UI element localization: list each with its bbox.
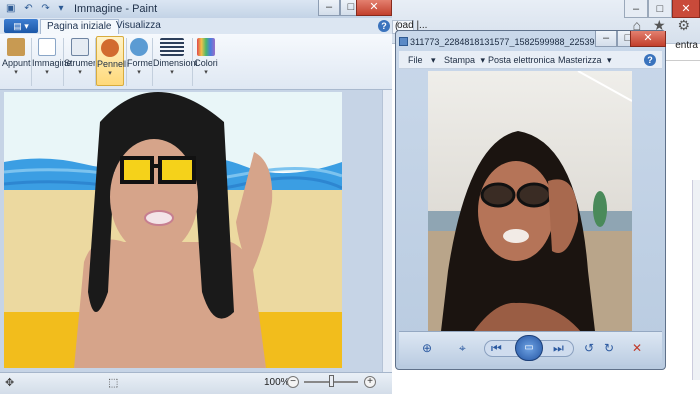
ribbon-group-label: Strumenti [64,58,103,68]
photo-face [478,161,554,261]
paint-minimize-button[interactable]: – [318,0,340,16]
color-palette-icon [197,38,215,56]
clipboard-icon [7,38,25,56]
photo-smile [503,229,529,243]
browser-side-text[interactable]: entra [675,40,698,51]
photo-viewer-app-icon [399,37,408,46]
brush-icon [101,39,119,57]
ribbon-group-colori[interactable]: Colori ▾ [193,36,219,86]
zoom-level-text: 100% [264,377,290,388]
tab-visualizza[interactable]: Visualizza [110,19,167,34]
viewer-close-button[interactable]: ✕ [630,31,666,47]
shapes-icon [130,38,148,56]
displayed-photo [428,71,632,357]
photo-lens-right [516,182,552,208]
paint-close-button[interactable]: ✕ [356,0,392,16]
viewer-minimize-button[interactable]: – [595,31,617,47]
ribbon-group-label: Forme [127,58,154,68]
ribbon-group-dimensioni[interactable]: Dimensioni ▾ [153,36,198,86]
chevron-down-icon: ▾ [431,55,436,65]
selection-size-icon: ⬚ [108,377,119,389]
paint-window-title: Immagine - Paint [74,3,158,15]
browser-scrollbar[interactable] [692,180,700,380]
chevron-down-icon: ▾ [14,69,18,76]
photo-viewer-window: 311773_2284818131577_1582599988_2253930_… [395,30,666,370]
drawn-smile [144,210,174,226]
line-size-icon [160,38,184,56]
previous-image-button[interactable]: ⏮ [491,341,502,356]
drawn-lens-right [158,156,196,184]
menu-label: Masterizza [558,55,602,65]
photo-viewer-title: 311773_2284818131577_1582599988_2253930_… [410,37,600,47]
ribbon-group-pennelli[interactable]: Pennelli ▾ [96,36,130,86]
menu-stampa[interactable]: Stampa ▾ [444,55,485,66]
beach-girl-drawing [4,92,342,368]
help-icon[interactable]: ? [378,20,390,32]
paint-vertical-scrollbar[interactable] [382,90,392,372]
browser-maximize-button[interactable]: □ [648,0,672,18]
drawn-lens-left [120,156,154,184]
ribbon-group-label: Dimensioni [153,58,198,68]
ribbon-group-label: Colori [194,58,218,68]
beach-photo [428,71,632,357]
zoom-slider-thumb[interactable] [328,375,334,387]
delete-button[interactable]: ✕ [632,341,642,355]
ribbon-group-label: Immagine [32,58,72,68]
slideshow-button[interactable]: ▭ [515,335,543,361]
viewer-help-icon[interactable]: ? [644,54,656,66]
chevron-down-icon: ▾ [607,55,612,65]
chevron-down-icon: ▾ [108,70,112,77]
next-image-button[interactable]: ⏭ [553,341,564,356]
browser-divider [660,60,700,61]
photo-lens-left [480,182,516,208]
chevron-down-icon: ▾ [480,55,486,65]
menu-posta-elettronica[interactable]: Posta elettronica [488,55,555,65]
rotate-right-button[interactable]: ↻ [604,341,614,355]
fit-window-icon[interactable]: ⌖ [459,341,466,356]
move-cursor-icon: ✥ [5,377,15,389]
rotate-left-button[interactable]: ↺ [584,341,594,355]
chevron-down-icon: ▾ [45,69,49,76]
ribbon-group-strumenti[interactable]: Strumenti ▾ [64,36,103,86]
chevron-down-icon: ▾ [78,69,82,76]
tools-pencil-icon [71,38,89,56]
ribbon-group-forme[interactable]: Forme ▾ [127,36,154,86]
browser-close-button[interactable]: ✕ [672,0,700,18]
menu-file[interactable]: File ▾ [408,55,436,66]
ribbon-group-immagine[interactable]: Immagine ▾ [32,36,72,86]
chevron-down-icon: ▾ [137,69,141,76]
chevron-down-icon: ▾ [170,69,174,76]
quick-access-toolbar[interactable]: ▣ ↶ ↷ ▾ [6,3,67,14]
paint-canvas[interactable] [4,92,342,368]
zoom-in-button[interactable]: + [364,376,376,388]
menu-label: File [408,55,423,65]
zoom-icon[interactable]: ⊕ [422,341,432,355]
tab-pagina-iniziale[interactable]: Pagina iniziale [40,19,119,34]
photo-bystander [593,191,607,227]
ribbon-group-label: Pennelli [97,59,130,69]
image-select-icon [38,38,56,56]
zoom-out-button[interactable]: − [287,376,299,388]
paint-app-menu-button[interactable]: ▤ ▾ [4,19,38,33]
browser-minimize-button[interactable]: – [624,0,648,18]
menu-masterizza[interactable]: Masterizza ▾ [558,55,612,66]
menu-label: Stampa [444,55,476,65]
chevron-down-icon: ▾ [204,69,208,76]
ribbon-group-appunti[interactable]: Appunti ▾ [2,36,33,86]
ribbon-group-label: Appunti [2,58,33,68]
menu-label: Posta elettronica [488,55,556,65]
